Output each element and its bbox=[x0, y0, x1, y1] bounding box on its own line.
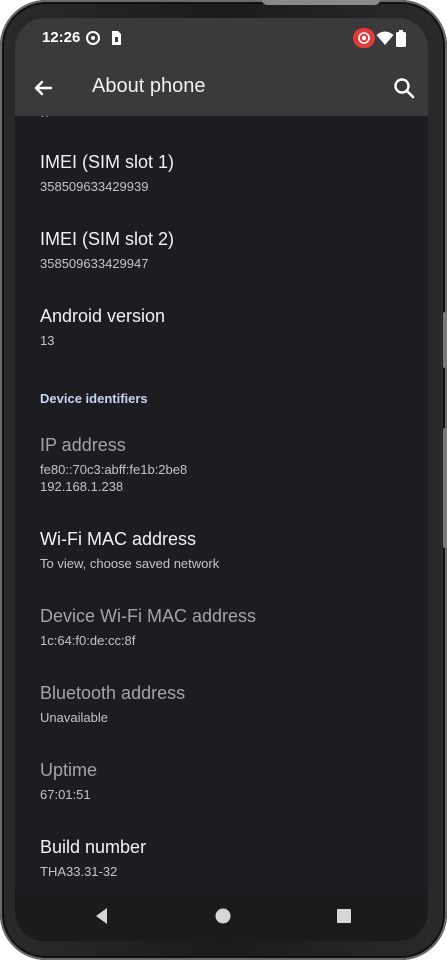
item-title: Wi-Fi MAC address bbox=[40, 529, 197, 549]
navigation-bar bbox=[15, 891, 428, 941]
screen: 12:26 About phone IMEI (SIM slot 1) 3585… bbox=[15, 18, 428, 941]
page-title: About phone bbox=[92, 75, 206, 97]
gear-notification-icon bbox=[85, 30, 101, 51]
item-title: Device Wi-Fi MAC address bbox=[40, 606, 257, 626]
battery-icon bbox=[396, 30, 406, 52]
nav-recents-icon[interactable] bbox=[333, 905, 355, 927]
list-item-ip-address[interactable]: IP address fe80::70c3:abff:fe1b:2be8 192… bbox=[40, 434, 414, 495]
item-value: To view, choose saved network bbox=[40, 556, 220, 571]
item-title: Uptime bbox=[40, 760, 98, 780]
search-icon[interactable] bbox=[390, 74, 418, 102]
list-item-bluetooth-address[interactable]: Bluetooth address Unavailable bbox=[40, 682, 414, 726]
sim-card-icon bbox=[109, 30, 123, 51]
settings-list[interactable]: ‥ IMEI (SIM slot 1) 358509633429939 IMEI… bbox=[15, 116, 428, 891]
power-button bbox=[443, 428, 447, 548]
section-header-device-identifiers: Device identifiers bbox=[40, 391, 148, 406]
phone-frame: 12:26 About phone IMEI (SIM slot 1) 3585… bbox=[0, 0, 447, 960]
item-value: 67:01:51 bbox=[40, 787, 91, 802]
item-title: Build number bbox=[40, 837, 147, 857]
item-value: THA33.31-32 bbox=[40, 864, 118, 879]
item-title: Android version bbox=[40, 306, 166, 326]
list-item-android-version[interactable]: Android version 13 bbox=[40, 305, 414, 349]
item-value: Unavailable bbox=[40, 710, 108, 725]
top-edge-accent bbox=[262, 0, 380, 5]
arrow-back-icon[interactable] bbox=[29, 74, 57, 102]
list-item-imei-slot1[interactable]: IMEI (SIM slot 1) 358509633429939 bbox=[40, 151, 414, 195]
list-item-build-number[interactable]: Build number THA33.31-32 bbox=[40, 836, 414, 880]
item-value-secondary: 192.168.1.238 bbox=[40, 479, 124, 494]
app-bar: About phone bbox=[15, 60, 428, 116]
item-value: 13 bbox=[40, 333, 55, 348]
item-title: IP address bbox=[40, 435, 126, 455]
item-value: fe80::70c3:abff:fe1b:2be8 bbox=[40, 462, 188, 477]
nav-home-icon[interactable] bbox=[212, 905, 234, 927]
list-item-device-wifi-mac[interactable]: Device Wi-Fi MAC address 1c:64:f0:de:cc:… bbox=[40, 605, 414, 649]
nav-back-icon[interactable] bbox=[91, 905, 113, 927]
item-title: IMEI (SIM slot 1) bbox=[40, 152, 175, 172]
screen-record-icon bbox=[353, 28, 375, 53]
status-time: 12:26 bbox=[42, 29, 81, 46]
volume-button bbox=[443, 312, 447, 368]
item-value: 1c:64:f0:de:cc:8f bbox=[40, 633, 136, 648]
item-title: IMEI (SIM slot 2) bbox=[40, 229, 175, 249]
list-item-wifi-mac[interactable]: Wi-Fi MAC address To view, choose saved … bbox=[40, 528, 414, 572]
item-title: Bluetooth address bbox=[40, 683, 186, 703]
wifi-icon bbox=[376, 30, 394, 51]
item-value: 358509633429939 bbox=[40, 179, 149, 194]
status-bar: 12:26 bbox=[15, 18, 428, 60]
item-value: 358509633429947 bbox=[40, 256, 149, 271]
list-item-imei-slot2[interactable]: IMEI (SIM slot 2) 358509633429947 bbox=[40, 228, 414, 272]
list-item-uptime[interactable]: Uptime 67:01:51 bbox=[40, 759, 414, 803]
scrolled-item-remnant: ‥ bbox=[40, 116, 49, 121]
